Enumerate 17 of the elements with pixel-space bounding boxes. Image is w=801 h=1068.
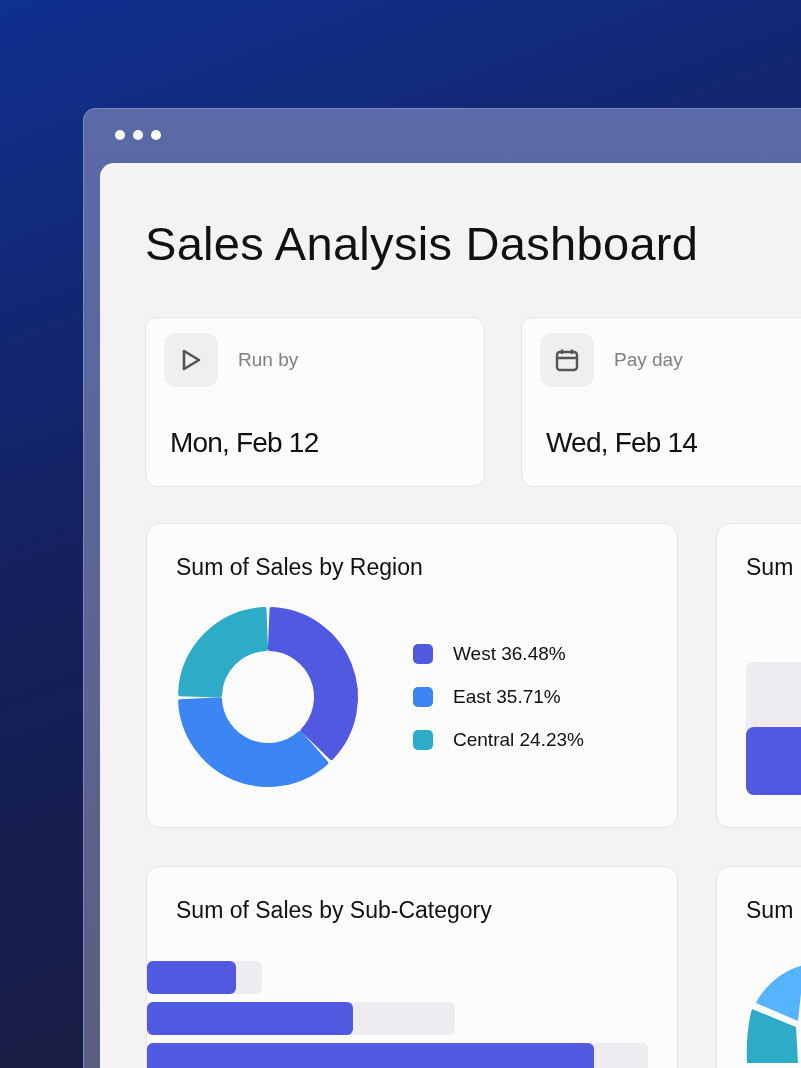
donut-slice [756, 965, 801, 1021]
legend-label: West 36.48% [453, 643, 566, 665]
chart-title: Sum of Sales by Sub-Category [176, 896, 493, 925]
chart-title: Sum [746, 553, 795, 582]
play-icon [180, 348, 202, 372]
chart-title: Sum [746, 896, 795, 925]
dashboard-title: Sales Analysis Dashboard [145, 216, 700, 272]
donut-slice [746, 1009, 798, 1063]
info-label: Pay day [614, 349, 683, 371]
window-dots-icon[interactable] [115, 129, 161, 140]
info-value: Wed, Feb 14 [546, 427, 698, 459]
info-value: Mon, Feb 12 [170, 427, 320, 459]
legend-label: Central 24.23% [453, 729, 584, 751]
calendar-icon [555, 348, 579, 372]
legend-label: East 35.71% [453, 686, 561, 708]
chart-title: Sum of Sales by Region [176, 553, 424, 582]
info-label: Run by [238, 349, 299, 371]
